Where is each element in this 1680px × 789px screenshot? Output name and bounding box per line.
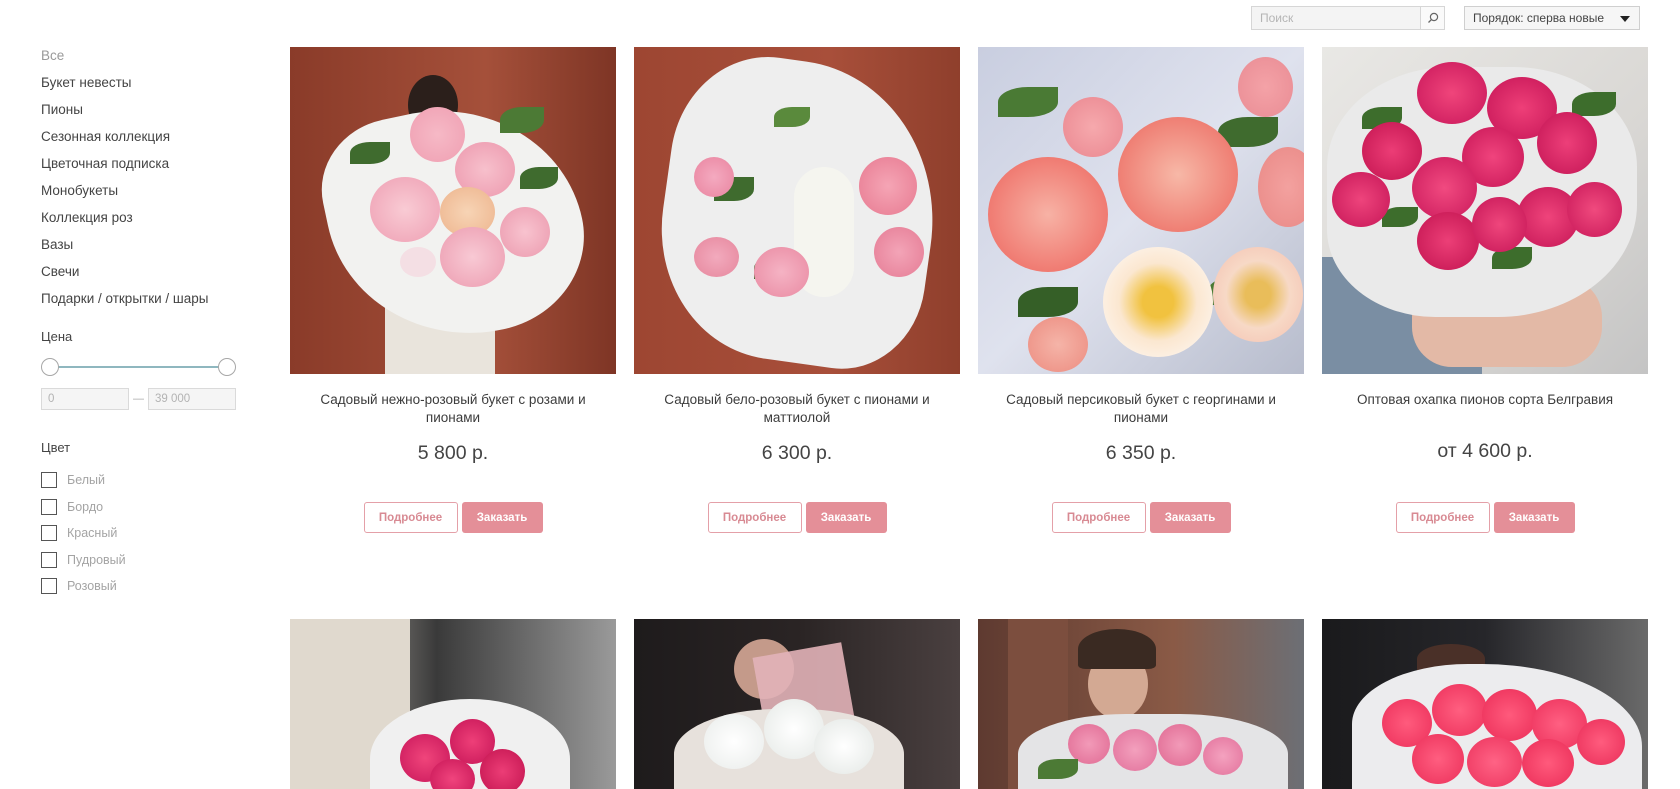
product-card: Садовый бело-розовый букет с пионами и м… xyxy=(634,47,960,533)
color-option-pink[interactable]: Розовый xyxy=(41,573,251,600)
price-range-track xyxy=(50,366,227,368)
checkbox[interactable] xyxy=(41,472,57,489)
price-max-handle[interactable] xyxy=(218,358,236,376)
checkbox[interactable] xyxy=(41,578,57,595)
details-button[interactable]: Подробнее xyxy=(1395,502,1490,533)
product-image[interactable] xyxy=(1322,619,1648,789)
category-all[interactable]: Все xyxy=(41,46,251,73)
details-button[interactable]: Подробнее xyxy=(707,502,802,533)
color-option-label: Красный xyxy=(67,526,118,541)
price-min-handle[interactable] xyxy=(41,358,59,376)
product-image[interactable] xyxy=(634,619,960,789)
category-candles[interactable]: Свечи xyxy=(41,262,251,289)
color-option-red[interactable]: Красный xyxy=(41,520,251,547)
product-price: от 4 600 р. xyxy=(1437,440,1533,462)
search-icon xyxy=(1427,12,1438,23)
product-card xyxy=(290,619,616,789)
color-option-label: Розовый xyxy=(67,579,117,594)
sort-select[interactable]: Порядок: сперва новые xyxy=(1464,6,1640,30)
search-button[interactable] xyxy=(1420,7,1444,29)
details-button[interactable]: Подробнее xyxy=(363,502,458,533)
category-monobouquets[interactable]: Монобукеты xyxy=(41,181,251,208)
product-image[interactable] xyxy=(978,619,1304,789)
category-flower-subscription[interactable]: Цветочная подписка xyxy=(41,154,251,181)
product-actions: Подробнее Заказать xyxy=(290,502,616,533)
category-seasonal-collection[interactable]: Сезонная коллекция xyxy=(41,127,251,154)
product-image[interactable] xyxy=(1322,47,1648,374)
checkbox[interactable] xyxy=(41,525,57,542)
order-button[interactable]: Заказать xyxy=(461,502,543,533)
checkbox[interactable] xyxy=(41,551,57,568)
product-image[interactable] xyxy=(978,47,1304,374)
product-card: Оптовая охапка пионов сорта Белгравия от… xyxy=(1322,47,1648,533)
product-actions: Подробнее Заказать xyxy=(634,502,960,533)
product-actions: Подробнее Заказать xyxy=(978,502,1304,533)
price-max-input[interactable]: 39 000 xyxy=(148,388,236,410)
category-peonies[interactable]: Пионы xyxy=(41,100,251,127)
price-range-separator: — xyxy=(133,393,144,405)
color-option-label: Белый xyxy=(67,473,106,488)
search-input[interactable] xyxy=(1252,7,1420,29)
search-box xyxy=(1251,6,1445,30)
filter-sidebar: Все Букет невесты Пионы Сезонная коллекц… xyxy=(41,46,251,600)
top-toolbar: Порядок: сперва новые xyxy=(0,6,1680,32)
order-button[interactable]: Заказать xyxy=(1149,502,1231,533)
order-button[interactable]: Заказать xyxy=(805,502,887,533)
color-option-label: Бордо xyxy=(67,499,104,514)
category-vases[interactable]: Вазы xyxy=(41,235,251,262)
product-title[interactable]: Садовый персиковый букет с георгинами и … xyxy=(978,391,1304,427)
product-card xyxy=(978,619,1304,789)
product-actions: Подробнее Заказать xyxy=(1322,502,1648,533)
product-title[interactable]: Садовый бело-розовый букет с пионами и м… xyxy=(634,391,960,427)
product-card xyxy=(1322,619,1648,789)
color-option-bordeaux[interactable]: Бордо xyxy=(41,494,251,521)
price-filter-title: Цена xyxy=(41,329,73,344)
product-image[interactable] xyxy=(290,47,616,374)
color-option-white[interactable]: Белый xyxy=(41,467,251,494)
color-option-label: Пудровый xyxy=(67,552,126,567)
category-bridal-bouquet[interactable]: Букет невесты xyxy=(41,73,251,100)
order-button[interactable]: Заказать xyxy=(1493,502,1575,533)
checkbox[interactable] xyxy=(41,498,57,515)
product-image[interactable] xyxy=(634,47,960,374)
category-rose-collection[interactable]: Коллекция роз xyxy=(41,208,251,235)
details-button[interactable]: Подробнее xyxy=(1051,502,1146,533)
price-min-input[interactable]: 0 xyxy=(41,388,129,410)
price-range-slider[interactable] xyxy=(41,356,236,378)
category-gifts[interactable]: Подарки / открытки / шары xyxy=(41,289,251,316)
product-price: 6 350 р. xyxy=(1105,442,1177,464)
product-image[interactable] xyxy=(290,619,616,789)
product-title[interactable]: Садовый нежно-розовый букет с розами и п… xyxy=(290,391,616,427)
color-filter-title: Цвет xyxy=(41,440,71,455)
color-option-powder[interactable]: Пудровый xyxy=(41,547,251,574)
product-title[interactable]: Оптовая охапка пионов сорта Белгравия xyxy=(1322,391,1648,427)
product-card: Садовый персиковый букет с георгинами и … xyxy=(978,47,1304,533)
product-price: 6 300 р. xyxy=(761,442,833,464)
product-card: Садовый нежно-розовый букет с розами и п… xyxy=(290,47,616,533)
product-card xyxy=(634,619,960,789)
caret-down-icon xyxy=(1620,16,1630,22)
price-range-inputs: 0 — 39 000 xyxy=(41,388,236,410)
sort-select-label: Порядок: сперва новые xyxy=(1473,11,1604,25)
product-price: 5 800 р. xyxy=(417,442,489,464)
